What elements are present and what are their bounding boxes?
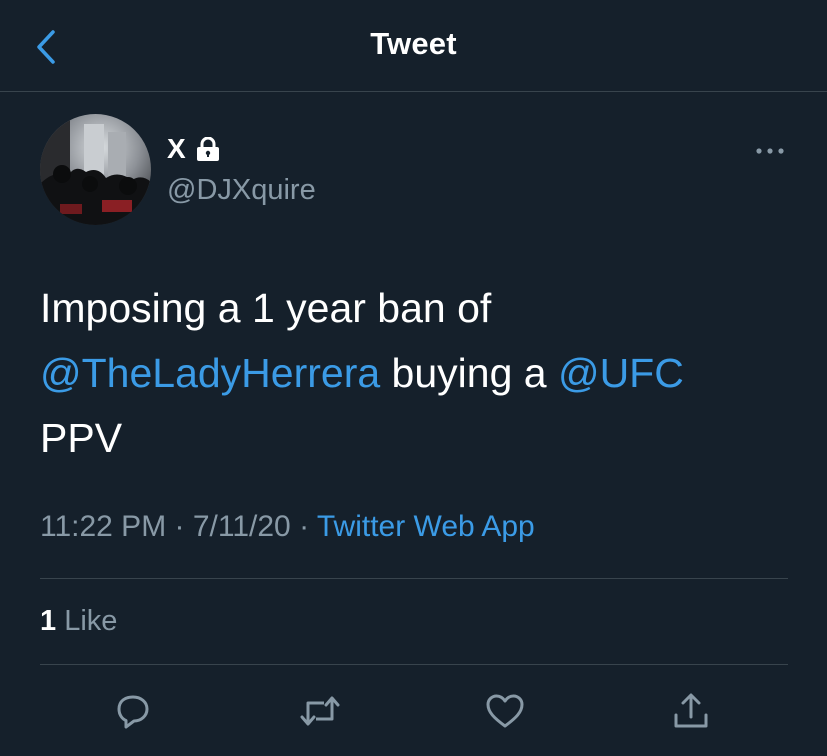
separator-dot: · — [290, 510, 317, 543]
page-title: Tweet — [370, 26, 457, 61]
reply-button[interactable] — [110, 688, 156, 734]
mention-link[interactable]: @UFC — [558, 350, 684, 396]
likes-count-link[interactable]: 1 Like — [40, 605, 117, 638]
tweet-detail-screen: Tweet X @DJXquire Imposing a 1 year ban … — [0, 0, 827, 756]
author-display-name[interactable]: X — [167, 133, 221, 165]
like-icon — [486, 694, 524, 728]
tweet-date: 7/11/20 — [192, 510, 291, 543]
more-horizontal-icon — [756, 148, 784, 154]
display-name-text: X — [167, 133, 186, 164]
share-icon — [674, 693, 708, 728]
more-options-button[interactable] — [745, 136, 795, 166]
likes-count: 1 — [40, 605, 57, 637]
tweet-text-end: PPV — [40, 415, 123, 461]
retweet-icon — [300, 696, 340, 726]
tweet-text-mid: buying a — [380, 350, 558, 396]
avatar[interactable] — [40, 114, 151, 225]
separator-dot: · — [166, 510, 193, 543]
lock-icon — [195, 137, 221, 161]
header-bar: Tweet — [0, 0, 827, 92]
tweet-text-line1: Imposing a 1 year ban of — [40, 285, 492, 331]
like-button[interactable] — [482, 688, 528, 734]
tweet-metadata: 11:22 PM · 7/11/20 · Twitter Web App — [40, 510, 535, 544]
author-handle[interactable]: @DJXquire — [167, 174, 316, 207]
retweet-button[interactable] — [297, 688, 343, 734]
share-button[interactable] — [668, 688, 714, 734]
divider — [40, 664, 788, 665]
tweet-text: Imposing a 1 year ban of @TheLadyHerrera… — [40, 276, 800, 471]
likes-label: Like — [64, 605, 118, 637]
reply-icon — [117, 695, 149, 729]
divider — [40, 578, 788, 579]
tweet-time: 11:22 PM — [40, 510, 167, 543]
avatar-photo — [40, 114, 151, 225]
tweet-source-link[interactable]: Twitter Web App — [317, 510, 535, 543]
mention-link[interactable]: @TheLadyHerrera — [40, 350, 380, 396]
